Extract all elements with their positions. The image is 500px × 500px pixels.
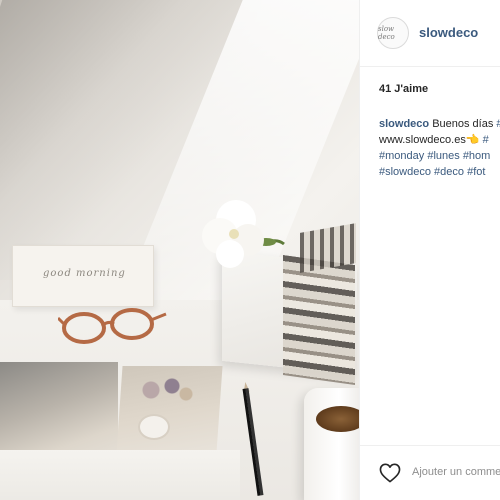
hashtag-hom[interactable]: #hom: [463, 150, 491, 162]
coffee: [316, 406, 359, 432]
caption-text: Buenos días: [432, 118, 494, 130]
post-caption: slowdeco Buenos días # www.slowdeco.es👈 …: [379, 116, 500, 180]
avatar[interactable]: slow deco: [377, 17, 409, 49]
book-cup: [138, 414, 170, 440]
greeting-card: good morning: [12, 245, 154, 307]
caption-line-4: #slowdeco #deco #fot: [379, 164, 500, 180]
hashtag-slowdeco[interactable]: #slowdeco: [379, 166, 431, 178]
caption-line-1: slowdeco Buenos días #: [379, 116, 500, 132]
book-flowers: [130, 370, 200, 410]
flower-illustration: [202, 200, 285, 268]
caption-line-2: www.slowdeco.es👈 #: [379, 132, 500, 148]
post-photo[interactable]: good morning: [0, 0, 359, 500]
coffee-mug: [304, 388, 359, 500]
caption-line-3: #monday #lunes #hom: [379, 148, 500, 164]
caption-hashtag[interactable]: #: [483, 134, 489, 146]
avatar-logo-text: slow deco: [378, 25, 395, 41]
comment-bar: [360, 445, 500, 500]
username-link[interactable]: slowdeco: [419, 25, 478, 40]
heart-icon[interactable]: [379, 463, 401, 483]
pointing-hand-icon: 👈: [465, 134, 480, 146]
box-tape: [283, 254, 355, 386]
glasses-illustration: [58, 308, 167, 344]
caption-username[interactable]: slowdeco: [379, 118, 429, 130]
hashtag-lunes[interactable]: #lunes: [427, 150, 459, 162]
book-bottom-page: [0, 450, 240, 500]
open-book: [0, 362, 240, 500]
post-side-panel: slow deco slowdeco 41 J'aime slowdeco Bu…: [359, 0, 500, 500]
card-text: good morning: [43, 268, 126, 279]
caption-trailing-hashtag[interactable]: #: [496, 118, 500, 130]
post-header: slow deco slowdeco: [360, 0, 500, 67]
comment-input[interactable]: [412, 461, 500, 483]
caption-website-link[interactable]: www.slowdeco.es: [379, 134, 466, 146]
hashtag-fot[interactable]: #fot: [467, 166, 485, 178]
likes-count[interactable]: 41 J'aime: [379, 83, 428, 95]
hashtag-monday[interactable]: #monday: [379, 150, 424, 162]
hashtag-deco[interactable]: #deco: [434, 166, 464, 178]
